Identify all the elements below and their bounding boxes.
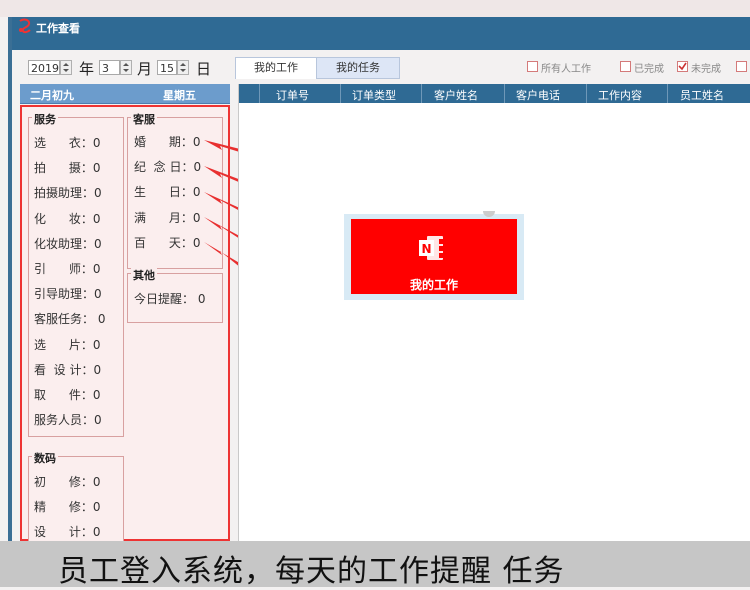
month-label: 月 <box>137 60 153 78</box>
digital-item: 初 修：0 <box>34 475 101 489</box>
month-input[interactable]: 3 <box>99 60 120 75</box>
svg-text:N: N <box>422 242 432 256</box>
digital-item: 设 计：0 <box>34 525 101 540</box>
digital-legend: 数码 <box>32 450 58 466</box>
col-customer-phone[interactable]: 客户电话 <box>516 87 560 103</box>
service-item: 服务人员：0 <box>34 413 102 428</box>
col-employee-name[interactable]: 员工姓名 <box>680 87 724 103</box>
year-spinner-icon[interactable] <box>60 60 72 75</box>
top-strip <box>0 0 750 17</box>
day-input[interactable]: 15 <box>157 60 177 75</box>
service-item: 化 妆：0 <box>34 211 101 226</box>
title-bar <box>12 17 750 50</box>
app-logo-icon <box>19 18 31 34</box>
col-customer-name[interactable]: 客户姓名 <box>434 87 478 103</box>
service-item: 化妆助理：0 <box>34 236 102 251</box>
day-label: 日 <box>196 60 212 78</box>
col-sep <box>667 84 668 103</box>
lunar-date: 二月初九 <box>30 89 74 102</box>
month-spinner-icon[interactable] <box>120 60 132 75</box>
tile-label: 我的工作 <box>409 278 458 292</box>
day-spinner-icon[interactable] <box>177 60 189 75</box>
onenote-icon: N <box>419 236 443 260</box>
service-item: 引 师：0 <box>34 262 101 276</box>
check-icon <box>678 62 687 71</box>
all-work-checkbox[interactable] <box>527 61 538 72</box>
incomplete-label: 未完成 <box>691 64 721 75</box>
other-item: 今日提醒： 0 <box>134 292 206 306</box>
service-item: 选 衣：0 <box>34 136 101 150</box>
table-header <box>239 84 750 103</box>
service-item: 选 片：0 <box>34 337 101 352</box>
completed-label: 已完成 <box>634 64 664 75</box>
col-work-content[interactable]: 工作内容 <box>598 87 642 103</box>
service-item: 拍摄助理：0 <box>34 186 102 201</box>
customer-legend: 客服 <box>131 111 157 127</box>
service-item: 引导助理：0 <box>34 287 102 302</box>
col-sep <box>340 84 341 103</box>
work-table[interactable] <box>238 84 750 542</box>
col-sep <box>421 84 422 103</box>
caption-text: 员工登入系统，每天的工作提醒 任务 <box>58 554 565 589</box>
weekday: 星期五 <box>163 89 196 102</box>
incomplete-checkbox[interactable] <box>677 61 688 72</box>
tab-my-tasks[interactable]: 我的任务 <box>316 57 400 79</box>
service-legend: 服务 <box>32 111 58 127</box>
col-order-type[interactable]: 订单类型 <box>352 87 396 103</box>
year-label: 年 <box>79 60 95 78</box>
year-input[interactable]: 2019 <box>28 60 60 75</box>
digital-item: 精 修：0 <box>34 500 101 515</box>
col-sep <box>586 84 587 103</box>
service-item: 看 设 计：0 <box>34 362 102 377</box>
extra-checkbox[interactable] <box>736 61 747 72</box>
tab-my-work[interactable]: 我的工作 <box>235 57 317 79</box>
other-legend: 其他 <box>131 267 157 283</box>
service-item: 客服任务： 0 <box>34 312 106 327</box>
col-order-no[interactable]: 订单号 <box>276 87 309 103</box>
window-left-border <box>8 17 12 587</box>
service-item: 拍 摄：0 <box>34 161 101 176</box>
window-title: 工作查看 <box>36 22 80 35</box>
col-sep <box>504 84 505 103</box>
col-sep <box>259 84 260 103</box>
all-work-label: 所有人工作 <box>541 64 591 75</box>
completed-checkbox[interactable] <box>620 61 631 72</box>
service-item: 取 件：0 <box>34 388 101 402</box>
